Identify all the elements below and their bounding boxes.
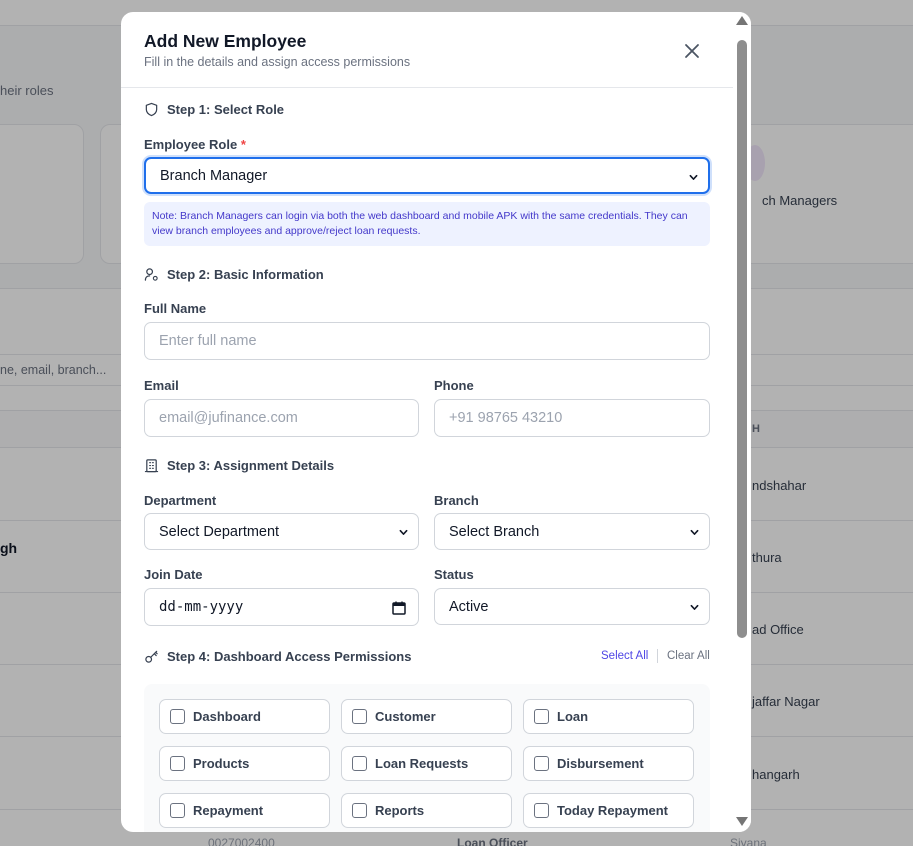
modal-content: Add New Employee Fill in the details and…	[121, 12, 733, 832]
join-date-value: dd-mm-yyyy	[159, 599, 244, 615]
permission-products[interactable]: Products	[159, 746, 330, 781]
branch-select[interactable]: Select Branch	[434, 513, 710, 550]
phone-label: Phone	[434, 378, 474, 393]
chevron-down-icon	[689, 174, 698, 180]
clear-all-link[interactable]: Clear All	[667, 650, 710, 662]
role-note: Note: Branch Managers can login via both…	[144, 202, 710, 246]
shield-icon	[145, 102, 158, 117]
required-mark: *	[240, 137, 246, 152]
checkbox[interactable]	[170, 803, 185, 818]
calendar-icon[interactable]	[392, 601, 406, 615]
step2-heading: Step 2: Basic Information	[144, 267, 324, 282]
scroll-up-arrow-icon[interactable]	[736, 16, 748, 25]
checkbox[interactable]	[534, 709, 549, 724]
step1-heading: Step 1: Select Role	[144, 102, 284, 117]
phone-placeholder: +91 98765 43210	[449, 410, 563, 426]
phone-field[interactable]: +91 98765 43210	[434, 399, 710, 437]
status-label: Status	[434, 567, 474, 582]
user-gear-icon	[144, 268, 158, 281]
employee-role-label-text: Employee Role	[144, 137, 238, 152]
full-name-input[interactable]: Enter full name	[144, 322, 710, 360]
full-name-placeholder: Enter full name	[159, 333, 257, 349]
permission-customer[interactable]: Customer	[341, 699, 512, 734]
permission-label: Loan Requests	[375, 756, 469, 771]
step2-label: Step 2: Basic Information	[167, 267, 324, 282]
permission-label: Loan	[557, 709, 589, 724]
checkbox[interactable]	[352, 709, 367, 724]
building-icon	[144, 459, 159, 473]
full-name-label: Full Name	[144, 301, 207, 316]
permission-repayment[interactable]: Repayment	[159, 793, 330, 828]
permission-label: Repayment	[193, 803, 264, 818]
department-select[interactable]: Select Department	[144, 513, 419, 550]
permission-label: Customer	[375, 709, 436, 724]
status-select[interactable]: Active	[434, 588, 710, 625]
scroll-down-arrow-icon[interactable]	[736, 817, 748, 826]
modal-title: Add New Employee	[144, 31, 307, 51]
permission-dashboard[interactable]: Dashboard	[159, 699, 330, 734]
permission-loan[interactable]: Loan	[523, 699, 694, 734]
permission-loan-requests[interactable]: Loan Requests	[341, 746, 512, 781]
step3-heading: Step 3: Assignment Details	[144, 458, 334, 473]
employee-role-value: Branch Manager	[160, 167, 268, 184]
step1-label: Step 1: Select Role	[167, 102, 285, 117]
status-value: Active	[449, 598, 489, 615]
department-label: Department	[144, 493, 217, 508]
join-date-label: Join Date	[144, 567, 203, 582]
permissions-grid: Dashboard Customer Loan Products Loan Re…	[144, 684, 710, 832]
step4-label: Step 4: Dashboard Access Permissions	[167, 649, 412, 664]
email-label: Email	[144, 378, 179, 393]
branch-value: Select Branch	[449, 523, 540, 540]
permission-reports[interactable]: Reports	[341, 793, 512, 828]
employee-role-select[interactable]: Branch Manager	[144, 157, 710, 194]
modal-subtitle: Fill in the details and assign access pe…	[144, 55, 411, 69]
checkbox[interactable]	[352, 756, 367, 771]
email-field[interactable]: email@jufinance.com	[144, 399, 419, 437]
department-value: Select Department	[159, 523, 280, 540]
employee-role-label: Employee Role *	[144, 137, 246, 152]
permission-label: Today Repayment	[557, 803, 669, 818]
chevron-down-icon	[690, 604, 699, 610]
permission-label: Products	[193, 756, 250, 771]
chevron-down-icon	[399, 529, 408, 535]
checkbox[interactable]	[170, 709, 185, 724]
modal-header: Add New Employee Fill in the details and…	[121, 12, 733, 88]
permission-label: Reports	[375, 803, 425, 818]
permission-label: Dashboard	[193, 709, 261, 724]
select-all-link[interactable]: Select All	[601, 650, 648, 662]
link-divider	[657, 649, 658, 663]
checkbox[interactable]	[170, 756, 185, 771]
checkbox[interactable]	[534, 803, 549, 818]
key-icon	[145, 650, 158, 663]
checkbox[interactable]	[534, 756, 549, 771]
branch-label: Branch	[434, 493, 479, 508]
step4-heading: Step 4: Dashboard Access Permissions	[144, 649, 411, 664]
chevron-down-icon	[690, 529, 699, 535]
permission-disbursement[interactable]: Disbursement	[523, 746, 694, 781]
step3-label: Step 3: Assignment Details	[167, 458, 335, 473]
join-date-input[interactable]: dd-mm-yyyy	[144, 588, 419, 626]
checkbox[interactable]	[352, 803, 367, 818]
add-employee-modal: Add New Employee Fill in the details and…	[121, 12, 751, 832]
scrollbar-thumb[interactable]	[737, 40, 747, 638]
email-placeholder: email@jufinance.com	[159, 410, 298, 426]
close-icon[interactable]	[681, 40, 703, 62]
modal-scrollbar[interactable]	[733, 12, 751, 832]
permission-today-repayment[interactable]: Today Repayment	[523, 793, 694, 828]
permission-label: Disbursement	[557, 756, 644, 771]
